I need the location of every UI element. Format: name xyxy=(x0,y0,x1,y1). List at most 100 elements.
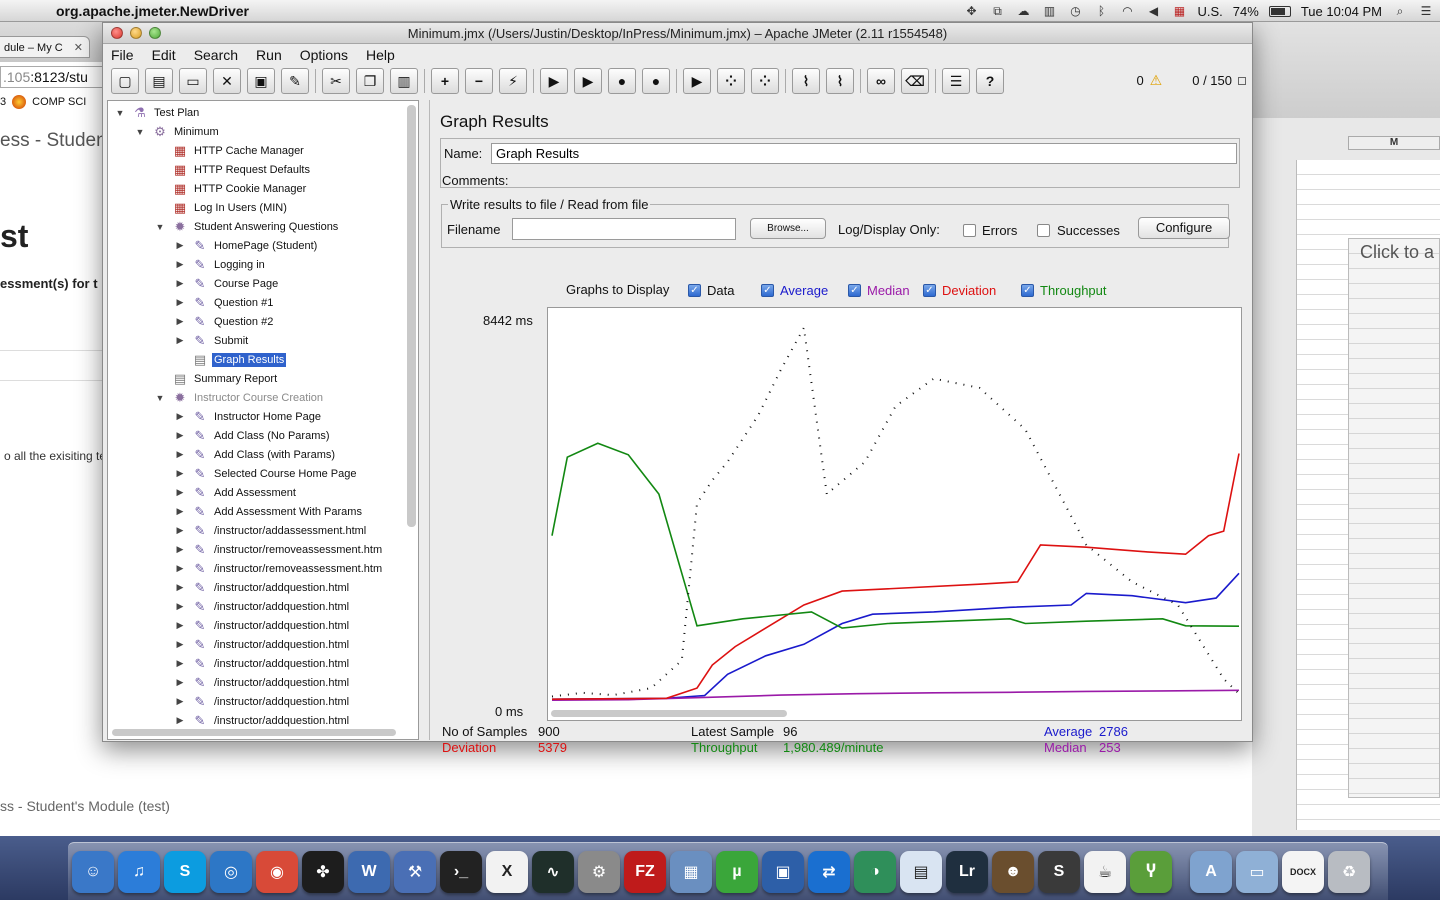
display-mirror-icon[interactable]: ⧉ xyxy=(989,3,1005,19)
menu-edit[interactable]: Edit xyxy=(152,47,185,63)
menu-search[interactable]: Search xyxy=(194,47,247,63)
tree-toggle-icon[interactable]: ▶ xyxy=(174,278,186,289)
tree-toggle-icon[interactable]: ▶ xyxy=(174,544,186,555)
browser-tab[interactable]: dule – My C ✕ xyxy=(0,36,90,58)
tree-horizontal-scrollbar[interactable] xyxy=(112,729,396,736)
tree-node[interactable]: ▶ ✎ Add Class (with Params) xyxy=(174,445,337,464)
tree-vertical-scrollbar[interactable] xyxy=(407,105,416,527)
tree-node[interactable]: ▶ ✎ /instructor/addassessment.html xyxy=(174,521,368,540)
tree-node[interactable]: ▦ Log In Users (MIN) xyxy=(154,198,289,217)
dock-filezilla-icon[interactable]: FZ xyxy=(624,850,666,893)
tree-toggle-icon[interactable]: ▶ xyxy=(174,601,186,612)
tree-toggle-icon[interactable]: ▶ xyxy=(174,506,186,517)
tree-node[interactable]: ▦ HTTP Cookie Manager xyxy=(154,179,308,198)
start-button[interactable]: ▶ xyxy=(540,68,568,94)
time-machine-icon[interactable]: ◷ xyxy=(1067,3,1083,19)
close-button[interactable]: ✕ xyxy=(213,68,241,94)
tree-node[interactable]: ▶ ✎ /instructor/addquestion.html xyxy=(174,597,351,616)
test-plan-tree[interactable]: ▼ ⚗ Test Plan ▼ ⚙ Minimum ▦ HTTP Cache Manager ▦… xyxy=(107,100,419,740)
tree-toggle-icon[interactable]: ▶ xyxy=(174,316,186,327)
dock-applications-folder-icon[interactable]: A xyxy=(1190,850,1232,893)
dock-terminal-icon[interactable]: ›_ xyxy=(440,850,482,893)
new-button[interactable]: ▢ xyxy=(111,68,139,94)
clear-button[interactable]: ⌇ xyxy=(792,68,820,94)
dock-lightroom-icon[interactable]: Lr xyxy=(946,850,988,893)
paste-button[interactable]: ▥ xyxy=(390,68,418,94)
tree-toggle-icon[interactable]: ▶ xyxy=(174,430,186,441)
help-button[interactable]: ? xyxy=(976,68,1004,94)
dock-itunes-icon[interactable]: ♫ xyxy=(118,850,160,893)
menu-run[interactable]: Run xyxy=(256,47,291,63)
bluetooth-icon[interactable]: ᛒ xyxy=(1093,3,1109,19)
graph-horizontal-scrollbar[interactable] xyxy=(551,710,787,717)
dock-finder-icon[interactable]: ☺ xyxy=(72,850,114,893)
dock-chrome-icon[interactable]: ◉ xyxy=(256,850,298,893)
dock-virtualbox-icon[interactable]: ▣ xyxy=(762,850,804,893)
tree-node[interactable]: ▶ ✎ /instructor/addquestion.html xyxy=(174,616,351,635)
tree-toggle-icon[interactable]: ▼ xyxy=(154,222,166,232)
input-source-label[interactable]: U.S. xyxy=(1197,4,1222,19)
tree-node[interactable]: ▶ ✎ Add Assessment xyxy=(174,483,298,502)
tree-node[interactable]: ▶ ✎ Question #1 xyxy=(174,293,275,312)
remote-shutdown-button[interactable]: ⁘ xyxy=(751,68,779,94)
window-zoom-button[interactable] xyxy=(149,27,161,39)
click-to-add-text[interactable]: Click to a xyxy=(1360,242,1434,263)
dock-trash-icon[interactable]: ♻ xyxy=(1328,850,1370,893)
dock-x11-icon[interactable]: X xyxy=(486,850,528,893)
tree-node[interactable]: ▶ ✎ Add Class (No Params) xyxy=(174,426,332,445)
active-app-name[interactable]: org.apache.jmeter.NewDriver xyxy=(56,3,249,19)
function-helper-button[interactable]: ☰ xyxy=(942,68,970,94)
dock-java-icon[interactable]: ☕ xyxy=(1084,850,1126,893)
menu-help[interactable]: Help xyxy=(366,47,404,63)
tree-node[interactable]: ▶ ✎ Add Assessment With Params xyxy=(174,502,364,521)
battery-icon[interactable] xyxy=(1268,5,1291,17)
tree-toggle-icon[interactable]: ▶ xyxy=(174,335,186,346)
window-minimize-button[interactable] xyxy=(130,27,142,39)
window-title-bar[interactable]: Minimum.jmx (/Users/Justin/Desktop/InPre… xyxy=(103,23,1252,44)
tree-node[interactable]: ▶ ✎ /instructor/addquestion.html xyxy=(174,635,351,654)
tree-toggle-icon[interactable]: ▶ xyxy=(174,582,186,593)
tree-node[interactable]: ▶ ✎ Instructor Home Page xyxy=(174,407,323,426)
wifi-icon[interactable]: ◠ xyxy=(1119,3,1135,19)
tree-node[interactable]: ▼ ⚗ Test Plan xyxy=(114,103,201,122)
tree-node[interactable]: ▶ ✎ /instructor/addquestion.html xyxy=(174,692,351,711)
tree-toggle-icon[interactable]: ▶ xyxy=(174,240,186,251)
column-header-m[interactable]: M xyxy=(1348,136,1440,150)
reset-search-button[interactable]: ⌫ xyxy=(901,68,929,94)
dock-word-editor-icon[interactable]: W xyxy=(348,850,390,893)
dock-xcode-icon[interactable]: ⚒ xyxy=(394,850,436,893)
expand-button[interactable]: + xyxy=(431,68,459,94)
bookmark-number[interactable]: 3 xyxy=(0,96,6,108)
open-button[interactable]: ▭ xyxy=(179,68,207,94)
tree-node[interactable]: ▶ ✎ HomePage (Student) xyxy=(174,236,319,255)
battery-percent[interactable]: 74% xyxy=(1233,4,1259,19)
dropbox-icon[interactable]: ✥ xyxy=(963,3,979,19)
stop-button[interactable]: ● xyxy=(608,68,636,94)
dock-skype-icon[interactable]: S xyxy=(164,850,206,893)
name-input[interactable] xyxy=(491,143,1237,164)
graph-throughput-checkbox[interactable]: ✓ xyxy=(1021,284,1034,297)
dock-docx-file-icon[interactable]: DOCX xyxy=(1282,850,1324,893)
tree-node[interactable]: ▶ ✎ Logging in xyxy=(174,255,267,274)
cloud-sync-icon[interactable]: ☁ xyxy=(1015,3,1031,19)
close-tab-icon[interactable]: ✕ xyxy=(74,41,83,54)
tree-toggle-icon[interactable]: ▶ xyxy=(174,639,186,650)
volume-icon[interactable]: ◀ xyxy=(1145,3,1161,19)
tree-toggle-icon[interactable]: ▼ xyxy=(154,393,166,403)
tree-toggle-icon[interactable]: ▼ xyxy=(134,127,146,137)
copy-button[interactable]: ❐ xyxy=(356,68,384,94)
tree-toggle-icon[interactable]: ▶ xyxy=(174,563,186,574)
tree-toggle-icon[interactable]: ▶ xyxy=(174,468,186,479)
tree-toggle-icon[interactable]: ▶ xyxy=(174,259,186,270)
spreadsheet-panel[interactable] xyxy=(1348,238,1440,798)
dock-sourcetree-icon[interactable]: Ⴤ xyxy=(1130,850,1172,893)
tree-node[interactable]: ▤ Graph Results xyxy=(174,350,287,369)
dock-sublime-icon[interactable]: S xyxy=(1038,850,1080,893)
tree-node[interactable]: ▶ ✎ /instructor/addquestion.html xyxy=(174,578,351,597)
dock-teamviewer-icon[interactable]: ⇄ xyxy=(808,850,850,893)
dock-documents-folder-icon[interactable]: ▭ xyxy=(1236,850,1278,893)
tree-toggle-icon[interactable]: ▶ xyxy=(174,696,186,707)
tree-node[interactable]: ▶ ✎ Course Page xyxy=(174,274,280,293)
remote-start-button[interactable]: ▶ xyxy=(683,68,711,94)
tree-node[interactable]: ▶ ✎ Submit xyxy=(174,331,250,350)
